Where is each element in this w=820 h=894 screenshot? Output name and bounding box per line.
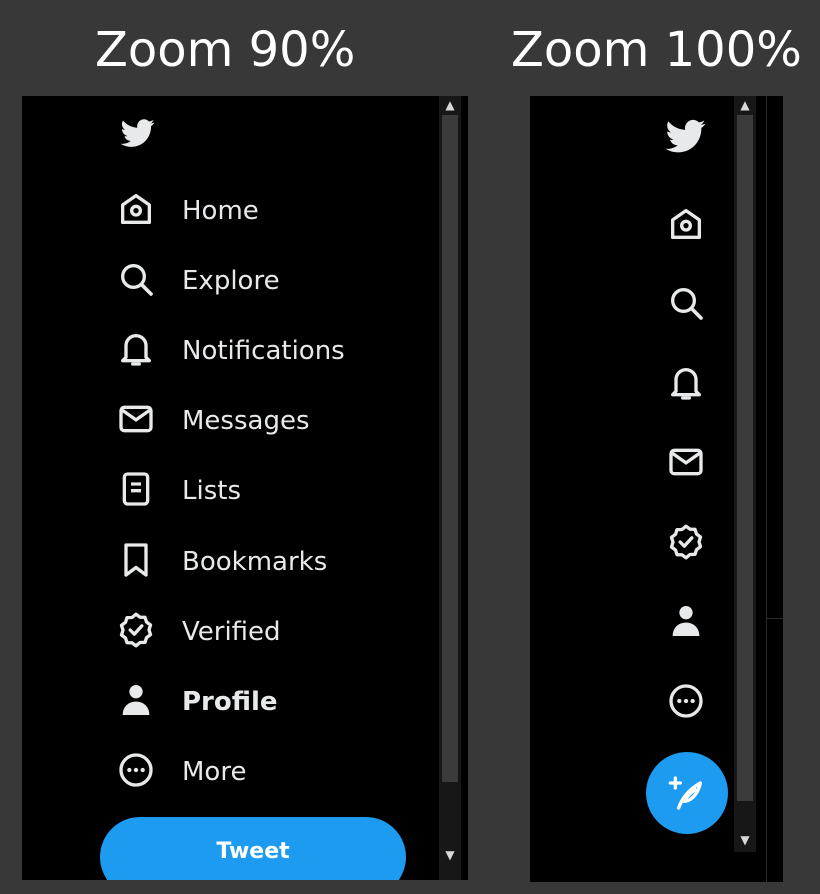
scrollbar-right[interactable]: ▲ ▼: [734, 96, 756, 852]
nav-label-home: Home: [182, 196, 259, 226]
nav-item-profile[interactable]: Profile: [116, 682, 278, 722]
envelope-icon: [116, 399, 156, 443]
scroll-down-arrow-icon[interactable]: ▼: [439, 846, 461, 865]
nav-label-lists: Lists: [182, 476, 241, 506]
nav-item-home[interactable]: Home: [116, 191, 259, 231]
nav-label-explore: Explore: [182, 266, 280, 296]
envelope-icon[interactable]: [666, 442, 706, 482]
verified-badge-icon[interactable]: [666, 522, 706, 562]
nav-item-bookmarks[interactable]: Bookmarks: [116, 542, 327, 582]
tweet-button[interactable]: Tweet: [100, 817, 406, 880]
scrollbar-thumb-right[interactable]: [737, 115, 753, 801]
bell-icon: [116, 329, 156, 373]
column-divider: [766, 96, 767, 882]
nav-label-bookmarks: Bookmarks: [182, 547, 328, 577]
sidebar-zoom-100: ▲ ▼: [530, 96, 783, 882]
bell-icon[interactable]: [666, 363, 706, 403]
nav-label-more: More: [182, 757, 247, 787]
nav-item-notifications[interactable]: Notifications: [116, 331, 345, 371]
compose-tweet-button[interactable]: [646, 752, 728, 834]
scroll-down-arrow-icon[interactable]: ▼: [734, 831, 756, 850]
sidebar-zoom-90: Home Explore Notifications Messages List…: [22, 96, 468, 880]
person-icon: [116, 680, 156, 724]
caption-zoom-100: Zoom 100%: [511, 22, 802, 78]
nav-label-messages: Messages: [182, 406, 310, 436]
scroll-up-arrow-icon[interactable]: ▲: [734, 96, 756, 115]
nav-label-notifications: Notifications: [182, 336, 345, 366]
nav-label-verified: Verified: [182, 617, 281, 647]
more-circle-icon: [116, 750, 156, 794]
row-divider: [767, 618, 783, 619]
nav-item-messages[interactable]: Messages: [116, 401, 310, 441]
home-icon: [116, 189, 156, 233]
more-circle-icon[interactable]: [666, 681, 706, 721]
nav-label-profile: Profile: [182, 687, 278, 717]
nav-item-more[interactable]: More: [116, 752, 246, 792]
nav-item-lists[interactable]: Lists: [116, 471, 241, 511]
verified-badge-icon: [116, 610, 156, 654]
nav-item-explore[interactable]: Explore: [116, 261, 280, 301]
nav-item-verified[interactable]: Verified: [116, 612, 281, 652]
scroll-up-arrow-icon[interactable]: ▲: [439, 96, 461, 115]
person-icon[interactable]: [666, 601, 706, 641]
list-icon: [116, 469, 156, 513]
twitter-bird-logo-icon[interactable]: [665, 116, 706, 156]
search-icon: [116, 259, 156, 303]
caption-zoom-90: Zoom 90%: [95, 22, 356, 78]
home-icon[interactable]: [666, 204, 706, 244]
search-icon[interactable]: [666, 283, 706, 323]
feather-plus-icon: [668, 776, 702, 810]
scrollbar-left[interactable]: ▲ ▼: [439, 96, 461, 880]
twitter-bird-logo-icon[interactable]: [118, 116, 158, 150]
scrollbar-thumb-left[interactable]: [442, 115, 458, 782]
bookmark-icon: [116, 540, 156, 584]
